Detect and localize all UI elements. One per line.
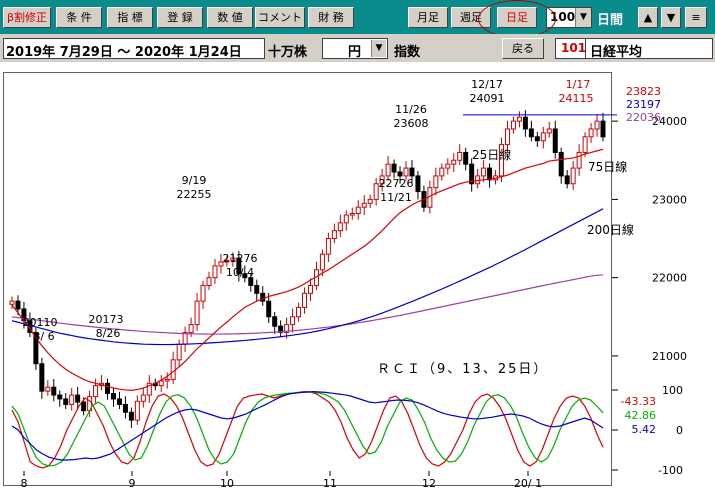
index-label: 指数 xyxy=(394,45,421,60)
currency-value: 円 xyxy=(348,45,362,60)
code-value: 101 xyxy=(561,41,587,55)
menu-button[interactable]: ≡ xyxy=(685,7,707,28)
days-unit-label: 日間 xyxy=(597,13,624,28)
register-button[interactable]: 登 録 xyxy=(157,7,203,28)
chart-frame xyxy=(3,72,612,486)
split-adjust-button[interactable]: β割修正 xyxy=(3,7,51,28)
days-value: 100 xyxy=(550,10,576,24)
values-button[interactable]: 数 値 xyxy=(207,7,253,28)
conditions-button[interactable]: 条 件 xyxy=(56,7,102,28)
chevron-down-icon[interactable]: ▼ xyxy=(575,8,591,27)
name-value: 日経平均 xyxy=(590,45,643,60)
chevron-down-icon[interactable]: ▼ xyxy=(371,40,386,57)
scroll-down-button[interactable]: ▼ xyxy=(661,7,681,28)
info-bar: 2019年 7月29日 〜 2020年 1月24日 十万株 ▼ 円 指数 戻る … xyxy=(0,34,715,62)
back-button[interactable]: 戻る xyxy=(502,38,544,59)
financials-button[interactable]: 財 務 xyxy=(308,7,354,28)
unit-label: 十万株 xyxy=(268,45,308,60)
toolbar: β割修正条 件指 標登 録数 値コメント財 務月足 週足 日足 ▲ ▼ ≡ 100 ▼ 日… xyxy=(0,0,715,38)
daily-button[interactable]: 日足 xyxy=(497,7,537,28)
monthly-button[interactable]: 月足 xyxy=(408,7,448,28)
scroll-up-button[interactable]: ▲ xyxy=(638,7,658,28)
indicators-button[interactable]: 指 標 xyxy=(107,7,153,28)
chart-panel xyxy=(0,62,715,490)
comment-button[interactable]: コメント xyxy=(255,7,305,28)
period-text: 2019年 7月29日 〜 2020年 1月24日 xyxy=(6,45,242,60)
weekly-button[interactable]: 週足 xyxy=(451,7,491,28)
